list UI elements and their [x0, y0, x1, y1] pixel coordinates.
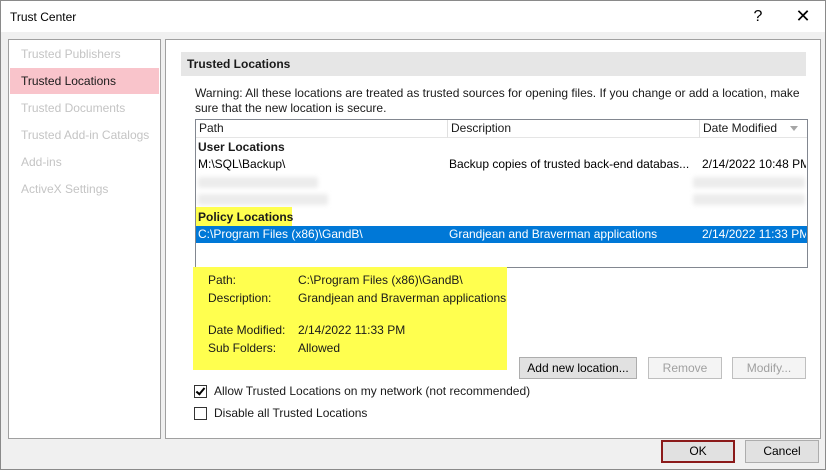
row-path: C:\Program Files (x86)\GandB\	[198, 227, 363, 241]
detail-path-value: C:\Program Files (x86)\GandB\	[298, 273, 463, 287]
trusted-locations-panel: Trusted Locations Warning: All these loc…	[165, 39, 821, 439]
disable-all-checkbox[interactable]	[194, 407, 207, 420]
sort-arrow-icon	[790, 126, 798, 131]
category-sidebar: Trusted Publishers Trusted Locations Tru…	[8, 39, 161, 439]
row-path: M:\SQL\Backup\	[198, 157, 286, 171]
detail-description-value: Grandjean and Braverman applications	[298, 291, 507, 305]
list-item[interactable]: M:\SQL\Backup\ Backup copies of trusted …	[196, 156, 807, 173]
ok-button[interactable]: OK	[661, 440, 735, 463]
list-item-selected[interactable]: C:\Program Files (x86)\GandB\ Grandjean …	[196, 226, 807, 243]
detail-description-label: Description:	[208, 291, 272, 305]
redacted-row	[198, 177, 318, 188]
location-details: Path: C:\Program Files (x86)\GandB\ Desc…	[199, 269, 509, 369]
help-icon[interactable]: ?	[736, 1, 780, 32]
detail-subfolders-label: Sub Folders:	[208, 341, 277, 355]
column-header-date-label: Date Modified	[703, 121, 778, 135]
trust-center-dialog: Trust Center ? ✕ Trusted Publishers Trus…	[0, 0, 826, 470]
modify-button[interactable]: Modify...	[732, 357, 806, 379]
row-date: 2/14/2022 10:48 PM	[702, 157, 806, 171]
row-description: Grandjean and Braverman applications	[449, 227, 658, 241]
column-header-path-label: Path	[199, 121, 224, 135]
allow-network-label: Allow Trusted Locations on my network (n…	[214, 384, 531, 398]
column-header-description-label: Description	[451, 121, 512, 135]
sidebar-item-addins[interactable]: Add-ins	[10, 149, 159, 175]
column-header-date-modified[interactable]: Date Modified	[700, 120, 807, 138]
close-icon[interactable]: ✕	[781, 1, 825, 32]
disable-all-label: Disable all Trusted Locations	[214, 406, 368, 420]
detail-subfolders-value: Allowed	[298, 341, 341, 355]
redacted-row	[693, 177, 805, 188]
section-title: Trusted Locations	[181, 52, 806, 76]
row-date: 2/14/2022 11:33 PM	[702, 227, 806, 241]
warning-text: Warning: All these locations are treated…	[195, 86, 800, 115]
sidebar-item-trusted-publishers[interactable]: Trusted Publishers	[10, 41, 159, 67]
column-header-description[interactable]: Description	[448, 120, 700, 138]
detail-path-label: Path:	[208, 273, 237, 287]
sidebar-item-trusted-documents[interactable]: Trusted Documents	[10, 95, 159, 121]
group-header-policy-locations: Policy Locations	[198, 210, 294, 224]
sidebar-item-activex-settings[interactable]: ActiveX Settings	[10, 176, 159, 202]
group-header-user-locations: User Locations	[198, 140, 285, 154]
sidebar-item-trusted-locations[interactable]: Trusted Locations	[10, 68, 159, 94]
sidebar-item-trusted-addin-catalogs[interactable]: Trusted Add-in Catalogs	[10, 122, 159, 148]
detail-date-label: Date Modified:	[208, 323, 286, 337]
column-header-path[interactable]: Path	[196, 120, 448, 138]
title-bar: Trust Center ? ✕	[1, 1, 825, 32]
window-title: Trust Center	[10, 10, 77, 24]
allow-network-checkbox[interactable]	[194, 385, 207, 398]
remove-button[interactable]: Remove	[648, 357, 722, 379]
detail-date-value: 2/14/2022 11:33 PM	[298, 323, 406, 337]
locations-list[interactable]: Path Description Date Modified User Loca…	[195, 119, 808, 268]
row-description: Backup copies of trusted back-end databa…	[449, 157, 690, 171]
redacted-row	[198, 194, 328, 205]
add-new-location-button[interactable]: Add new location...	[519, 357, 637, 379]
redacted-row	[693, 194, 805, 205]
cancel-button[interactable]: Cancel	[745, 440, 819, 463]
